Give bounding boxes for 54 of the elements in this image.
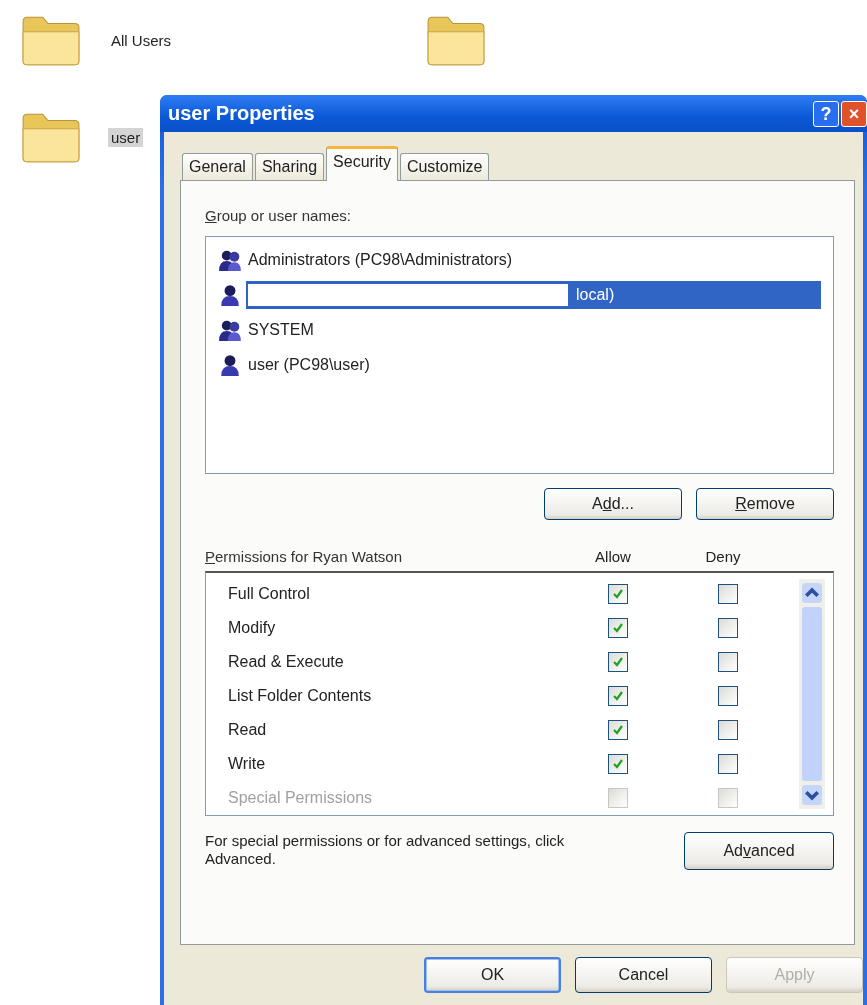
folder-label[interactable]: user	[108, 127, 144, 147]
allow-checkbox[interactable]	[608, 584, 628, 604]
deny-checkbox[interactable]	[718, 720, 738, 740]
permission-name: Write	[228, 755, 267, 773]
deny-checkbox[interactable]	[718, 584, 738, 604]
allow-checkbox[interactable]	[608, 652, 628, 672]
check-icon	[611, 689, 625, 703]
cancel-button[interactable]: Cancel	[575, 957, 712, 993]
check-icon	[611, 587, 625, 601]
tab[interactable]: General	[182, 153, 253, 180]
permissions-label: Permissions for Ryan Watson	[205, 548, 404, 565]
scroll-down-icon[interactable]	[802, 785, 822, 805]
tab[interactable]: Sharing	[254, 153, 325, 180]
advanced-hint: For special permissions or for advanced settings, click Advanced.	[205, 832, 566, 868]
window-title: user Properties	[168, 102, 315, 125]
user-icon	[218, 282, 242, 307]
permission-name: List Folder Contents	[228, 687, 373, 705]
remove-button[interactable]: Remove	[696, 488, 834, 520]
check-icon	[611, 655, 625, 669]
permission-name: Special Permissions	[228, 789, 374, 807]
deny-checkbox[interactable]	[718, 652, 738, 672]
advanced-button[interactable]: Advanced	[684, 832, 834, 870]
user-list-item[interactable]: Administrators (PC98\Administrators)	[246, 245, 821, 274]
column-header: Allow	[594, 548, 632, 565]
check-icon	[611, 723, 625, 737]
permission-name: Read	[228, 721, 268, 739]
tab[interactable]: Security	[326, 146, 398, 181]
scrollbar[interactable]	[799, 579, 825, 809]
group-label: Group or user names:	[205, 207, 352, 224]
user-list-item[interactable]: local)	[246, 280, 821, 309]
permission-name: Full Control	[228, 585, 311, 603]
column-header: Deny	[704, 548, 742, 565]
deny-checkbox[interactable]	[718, 618, 738, 638]
tab[interactable]: Customize	[399, 153, 490, 180]
close-button[interactable]: ×	[841, 100, 867, 127]
allow-checkbox[interactable]	[608, 754, 628, 774]
help-button[interactable]: ?	[813, 100, 839, 127]
permission-name: Read & Execute	[228, 653, 345, 671]
user-list-item[interactable]: user (PC98\user)	[246, 350, 821, 379]
allow-checkbox[interactable]	[608, 720, 628, 740]
check-icon	[611, 621, 625, 635]
allow-checkbox[interactable]	[608, 618, 628, 638]
deny-checkbox[interactable]	[718, 754, 738, 774]
permission-name: Modify	[228, 619, 277, 637]
deny-checkbox[interactable]	[718, 686, 738, 706]
ok-button[interactable]: OK	[424, 957, 561, 993]
user-list-item[interactable]: SYSTEM	[246, 315, 821, 344]
folder-label[interactable]: All Users	[108, 30, 174, 50]
scroll-thumb[interactable]	[802, 607, 822, 781]
user-icon	[218, 352, 242, 377]
allow-checkbox[interactable]	[608, 686, 628, 706]
scroll-up-icon[interactable]	[802, 583, 822, 603]
check-icon	[611, 757, 625, 771]
add-button[interactable]: Add...	[544, 488, 682, 520]
